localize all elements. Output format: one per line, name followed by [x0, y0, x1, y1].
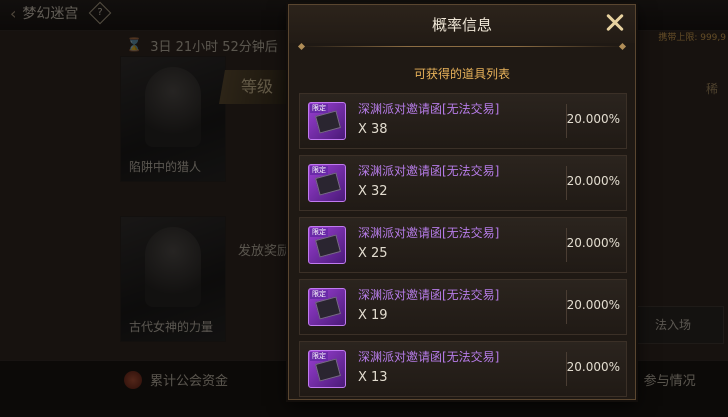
- item-name: 深渊派对邀请函[无法交易]: [358, 350, 500, 364]
- carry-limit: 携带上限: 999,9: [658, 33, 726, 43]
- enter-button-label: 法入场: [654, 318, 691, 332]
- probability-dialog: 概率信息 可获得的道具列表 限定 深渊派对邀请函[无法交易] X 38 20.0…: [288, 4, 636, 400]
- item-quantity: X 38: [358, 122, 388, 137]
- item-rate: 20.000%: [566, 174, 620, 188]
- hero-portrait: [145, 67, 201, 147]
- item-name: 深渊派对邀请函[无法交易]: [358, 102, 500, 116]
- participation-label: 参与情况: [643, 374, 696, 389]
- hero-name: 陷阱中的猎人: [129, 160, 202, 174]
- page-title: ‹ 梦幻迷宫 ?: [10, 1, 112, 25]
- item-quantity: X 25: [358, 246, 388, 261]
- item-quantity: X 13: [358, 370, 388, 385]
- list-item: 限定 深渊派对邀请函[无法交易] X 25 20.000%: [299, 217, 627, 273]
- back-arrow-icon[interactable]: ‹: [10, 4, 16, 23]
- hero-portrait: [145, 227, 201, 307]
- page-title-text: 梦幻迷宫: [22, 6, 79, 22]
- rare-label: 稀: [705, 82, 718, 96]
- invitation-card-icon[interactable]: 限定: [308, 288, 346, 326]
- level-badge: 等级: [219, 70, 295, 104]
- guild-coin-icon: [124, 370, 142, 389]
- event-timer: ⌛ 3日 21小时 52分钟后: [126, 36, 278, 55]
- item-list-heading: 可获得的道具列表: [413, 67, 510, 81]
- guild-funds-label: 累计公会资金: [150, 374, 229, 389]
- hero-card-goddess[interactable]: 古代女神的力量: [120, 216, 226, 342]
- invitation-card-icon[interactable]: 限定: [308, 102, 346, 140]
- item-rate: 20.000%: [566, 360, 620, 374]
- invitation-card-icon[interactable]: 限定: [308, 164, 346, 202]
- enter-button[interactable]: 法入场: [622, 306, 724, 344]
- dialog-title: 概率信息: [431, 16, 492, 34]
- participation-link[interactable]: › 参与情况: [632, 370, 696, 390]
- list-item: 限定 深渊派对邀请函[无法交易] X 32 20.000%: [299, 155, 627, 211]
- item-quantity: X 19: [358, 308, 388, 323]
- hero-card-hunter[interactable]: 陷阱中的猎人: [120, 56, 226, 182]
- header-divider: [299, 46, 625, 47]
- item-quantity: X 32: [358, 184, 388, 199]
- item-name: 深渊派对邀请函[无法交易]: [358, 164, 500, 178]
- item-rate: 20.000%: [566, 236, 620, 250]
- timer-text: 3日 21小时 52分钟后: [150, 40, 278, 55]
- hero-name: 古代女神的力量: [129, 320, 214, 334]
- reward-label: 发放奖励: [238, 244, 291, 259]
- close-icon[interactable]: [601, 9, 629, 37]
- invitation-card-icon[interactable]: 限定: [308, 226, 346, 264]
- list-item: 限定 深渊派对邀请函[无法交易] X 19 20.000%: [299, 279, 627, 335]
- list-item: 限定 深渊派对邀请函[无法交易] X 13 20.000%: [299, 341, 627, 397]
- item-rate: 20.000%: [566, 112, 620, 126]
- item-rate: 20.000%: [566, 298, 620, 312]
- list-item: 限定 深渊派对邀请函[无法交易] X 38 20.000%: [299, 93, 627, 149]
- item-name: 深渊派对邀请函[无法交易]: [358, 288, 500, 302]
- item-list: 限定 深渊派对邀请函[无法交易] X 38 20.000% 限定 深渊派对邀请函…: [299, 93, 627, 403]
- item-name: 深渊派对邀请函[无法交易]: [358, 226, 500, 240]
- guild-funds[interactable]: 累计公会资金: [124, 370, 228, 389]
- help-icon[interactable]: ?: [89, 1, 112, 25]
- hourglass-icon: ⌛: [126, 38, 143, 53]
- dialog-header: 概率信息: [289, 5, 635, 43]
- invitation-card-icon[interactable]: 限定: [308, 350, 346, 388]
